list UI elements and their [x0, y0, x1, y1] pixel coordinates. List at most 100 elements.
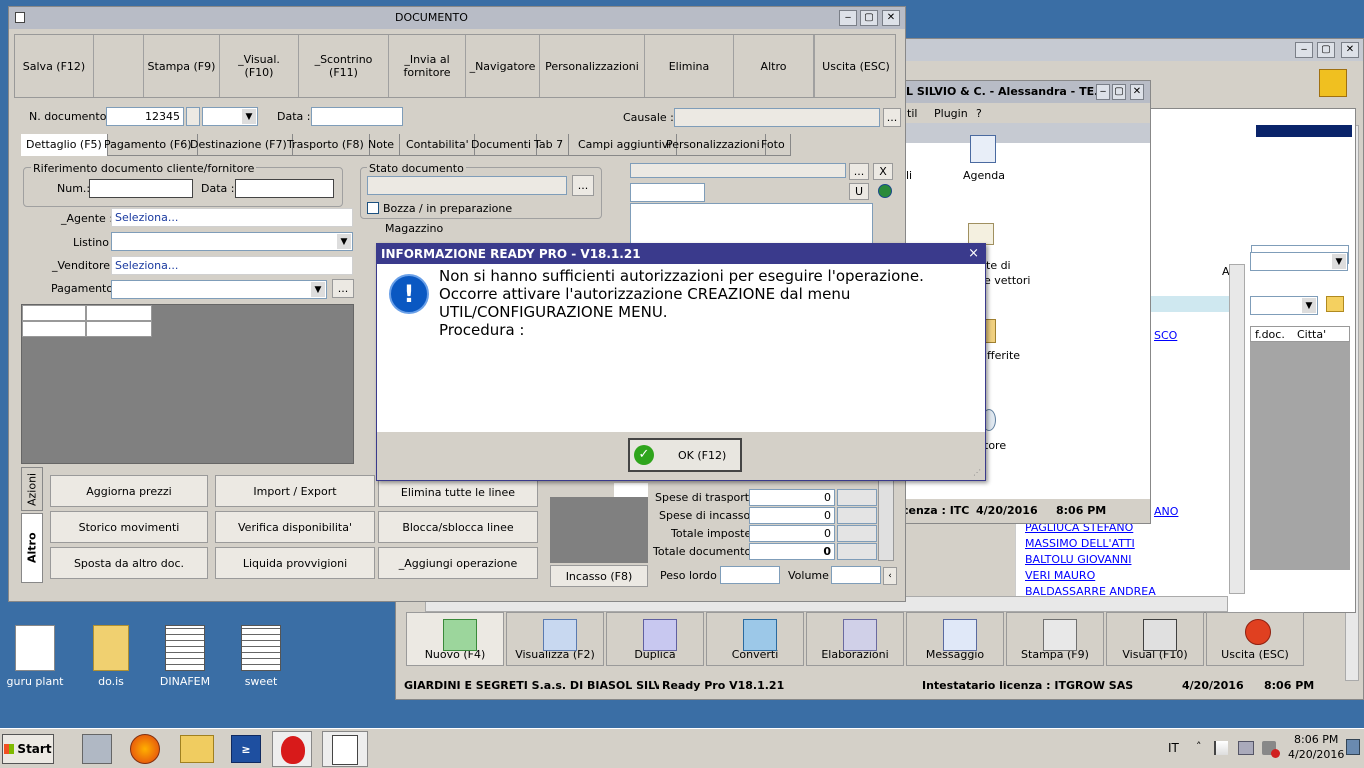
storico-movimenti-button[interactable]: Storico movimenti: [50, 511, 208, 543]
totals-scroll[interactable]: [878, 479, 894, 561]
volume-field[interactable]: [831, 566, 881, 584]
item-vettori[interactable]: e vettori: [984, 274, 1030, 287]
rif-data-field[interactable]: [235, 179, 334, 198]
right-dots-button[interactable]: ...: [849, 163, 869, 180]
name-item[interactable]: ANO: [1154, 505, 1178, 518]
salva-button[interactable]: Salva (F12): [15, 35, 94, 97]
verifica-disponibilita-button[interactable]: Verifica disponibilita': [215, 511, 375, 543]
server-manager-icon[interactable]: [82, 734, 112, 764]
scroll-left-button[interactable]: ‹: [883, 567, 897, 585]
navigatore-button[interactable]: _Navigatore: [466, 35, 540, 97]
close-button[interactable]: ✕: [882, 10, 900, 26]
stampa-button[interactable]: Stampa (F9): [144, 35, 220, 97]
back-combo-3[interactable]: ▼: [1250, 296, 1318, 315]
liquida-provvigioni-button[interactable]: Liquida provvigioni: [215, 547, 375, 579]
venditore-field[interactable]: Seleziona...: [111, 256, 353, 275]
explorer-icon[interactable]: [180, 735, 214, 763]
start-button[interactable]: Start: [2, 734, 54, 764]
scontrino-button[interactable]: _Scontrino (F11): [299, 35, 389, 97]
aggiorna-prezzi-button[interactable]: Aggiorna prezzi: [50, 475, 208, 507]
tab-note[interactable]: Note: [363, 134, 401, 156]
agenda-label[interactable]: Agenda: [963, 169, 1005, 182]
duplica-button[interactable]: Duplica: [606, 612, 704, 666]
blank-button[interactable]: [94, 35, 144, 97]
altro-button[interactable]: Altro: [734, 35, 814, 97]
stampa-button[interactable]: Stampa (F9): [1006, 612, 1104, 666]
tab-contabilita[interactable]: Contabilita': [401, 134, 475, 156]
name-item[interactable]: SCO: [1154, 329, 1177, 342]
powershell-icon[interactable]: ≥: [231, 735, 261, 763]
menu-plugin[interactable]: Plugin: [934, 107, 968, 120]
language-indicator[interactable]: IT: [1168, 741, 1179, 755]
volume-icon[interactable]: [1262, 741, 1280, 758]
right-field-1[interactable]: [630, 163, 846, 178]
aggiungi-operazione-button[interactable]: _Aggiungi operazione: [378, 547, 538, 579]
tab-pagamento[interactable]: Pagamento (F6): [99, 134, 198, 156]
peso-field[interactable]: [720, 566, 780, 584]
folder-icon[interactable]: [1326, 296, 1344, 312]
spese-trasporto-field[interactable]: 0: [749, 489, 835, 506]
right-x-button[interactable]: X: [873, 163, 893, 180]
totale-imposte-field[interactable]: 0: [749, 525, 835, 542]
visual-button[interactable]: Visual (F10): [1106, 612, 1204, 666]
num-field[interactable]: [89, 179, 193, 198]
pdf-icon[interactable]: [322, 731, 368, 767]
readypro-icon[interactable]: [272, 731, 312, 767]
right-field-2[interactable]: [630, 183, 705, 202]
elimina-button[interactable]: Elimina: [645, 35, 734, 97]
flag-icon[interactable]: [1214, 741, 1228, 755]
import-export-button[interactable]: Import / Export: [215, 475, 375, 507]
name-item[interactable]: MASSIMO DELL'ATTI: [1025, 537, 1135, 550]
tab-foto[interactable]: Foto: [756, 134, 791, 156]
name-item[interactable]: VERI MAURO: [1025, 569, 1095, 582]
menu-util[interactable]: til: [907, 107, 917, 120]
series-combo[interactable]: ▼: [202, 107, 258, 126]
blocca-linee-button[interactable]: Blocca/sblocca linee: [378, 511, 538, 543]
clock-time[interactable]: 8:06 PM: [1294, 733, 1338, 746]
name-list-scrollbar[interactable]: [1229, 264, 1245, 594]
causale-dots-button[interactable]: ...: [883, 108, 901, 127]
pagamento-dots-button[interactable]: ...: [332, 279, 354, 298]
tab-documenti[interactable]: Documenti: [466, 134, 538, 156]
visualizza-button[interactable]: Visualizza (F2): [506, 612, 604, 666]
u-button[interactable]: U: [849, 183, 869, 200]
side-tab-altro[interactable]: Altro: [21, 513, 43, 583]
listino-combo[interactable]: ▼: [111, 232, 353, 251]
ok-button[interactable]: ✓ OK (F12): [628, 438, 742, 472]
desktop-icon-sweet[interactable]: sweet: [226, 625, 296, 688]
show-desktop-button[interactable]: [1346, 739, 1360, 755]
n-doc-field[interactable]: 12345: [106, 107, 184, 126]
personalizzazioni-button[interactable]: Personalizzazioni: [540, 35, 645, 97]
dialog-close-icon[interactable]: ×: [968, 244, 979, 264]
incasso-button[interactable]: Incasso (F8): [550, 565, 648, 587]
name-item[interactable]: BALTOLU GIOVANNI: [1025, 553, 1131, 566]
item-te-di[interactable]: te di: [986, 259, 1011, 272]
back-combo-2[interactable]: ▼: [1250, 252, 1348, 271]
tab-dettaglio[interactable]: Dettaglio (F5): [21, 134, 108, 156]
item-differite[interactable]: ifferite: [984, 349, 1020, 362]
menu-help[interactable]: ?: [976, 107, 982, 120]
visual-button[interactable]: _Visual. (F10): [220, 35, 299, 97]
globe-icon[interactable]: [878, 184, 892, 198]
tab-destinazione[interactable]: Destinazione (F7): [185, 134, 293, 156]
minimize-button[interactable]: ‒: [839, 10, 857, 26]
firefox-icon[interactable]: [130, 734, 160, 764]
maximize-button[interactable]: ▢: [860, 10, 878, 26]
bozza-checkbox[interactable]: [367, 202, 379, 214]
nuovo-button[interactable]: Nuovo (F4): [406, 612, 504, 666]
uscita-button[interactable]: Uscita (ESC): [1206, 612, 1304, 666]
desktop-icon-dois[interactable]: do.is: [76, 625, 146, 688]
sposta-doc-button[interactable]: Sposta da altro doc.: [50, 547, 208, 579]
col-citta[interactable]: Citta': [1297, 328, 1326, 341]
desktop-icon-guru-plant[interactable]: guru plant: [0, 625, 70, 688]
stato-dots-button[interactable]: ...: [572, 175, 594, 196]
clock-date[interactable]: 4/20/2016: [1288, 748, 1344, 761]
item-tore[interactable]: tore: [984, 439, 1006, 452]
pagamento-combo[interactable]: ▼: [111, 280, 327, 299]
minimize-button[interactable]: ‒: [1295, 42, 1313, 58]
network-icon[interactable]: [1238, 741, 1254, 755]
tab-personalizzazioni[interactable]: Personalizzazioni: [661, 134, 766, 156]
agenda-icon[interactable]: [970, 135, 996, 163]
desktop-icon-dinafem[interactable]: DINAFEM: [150, 625, 220, 688]
agente-field[interactable]: Seleziona...: [111, 208, 353, 227]
